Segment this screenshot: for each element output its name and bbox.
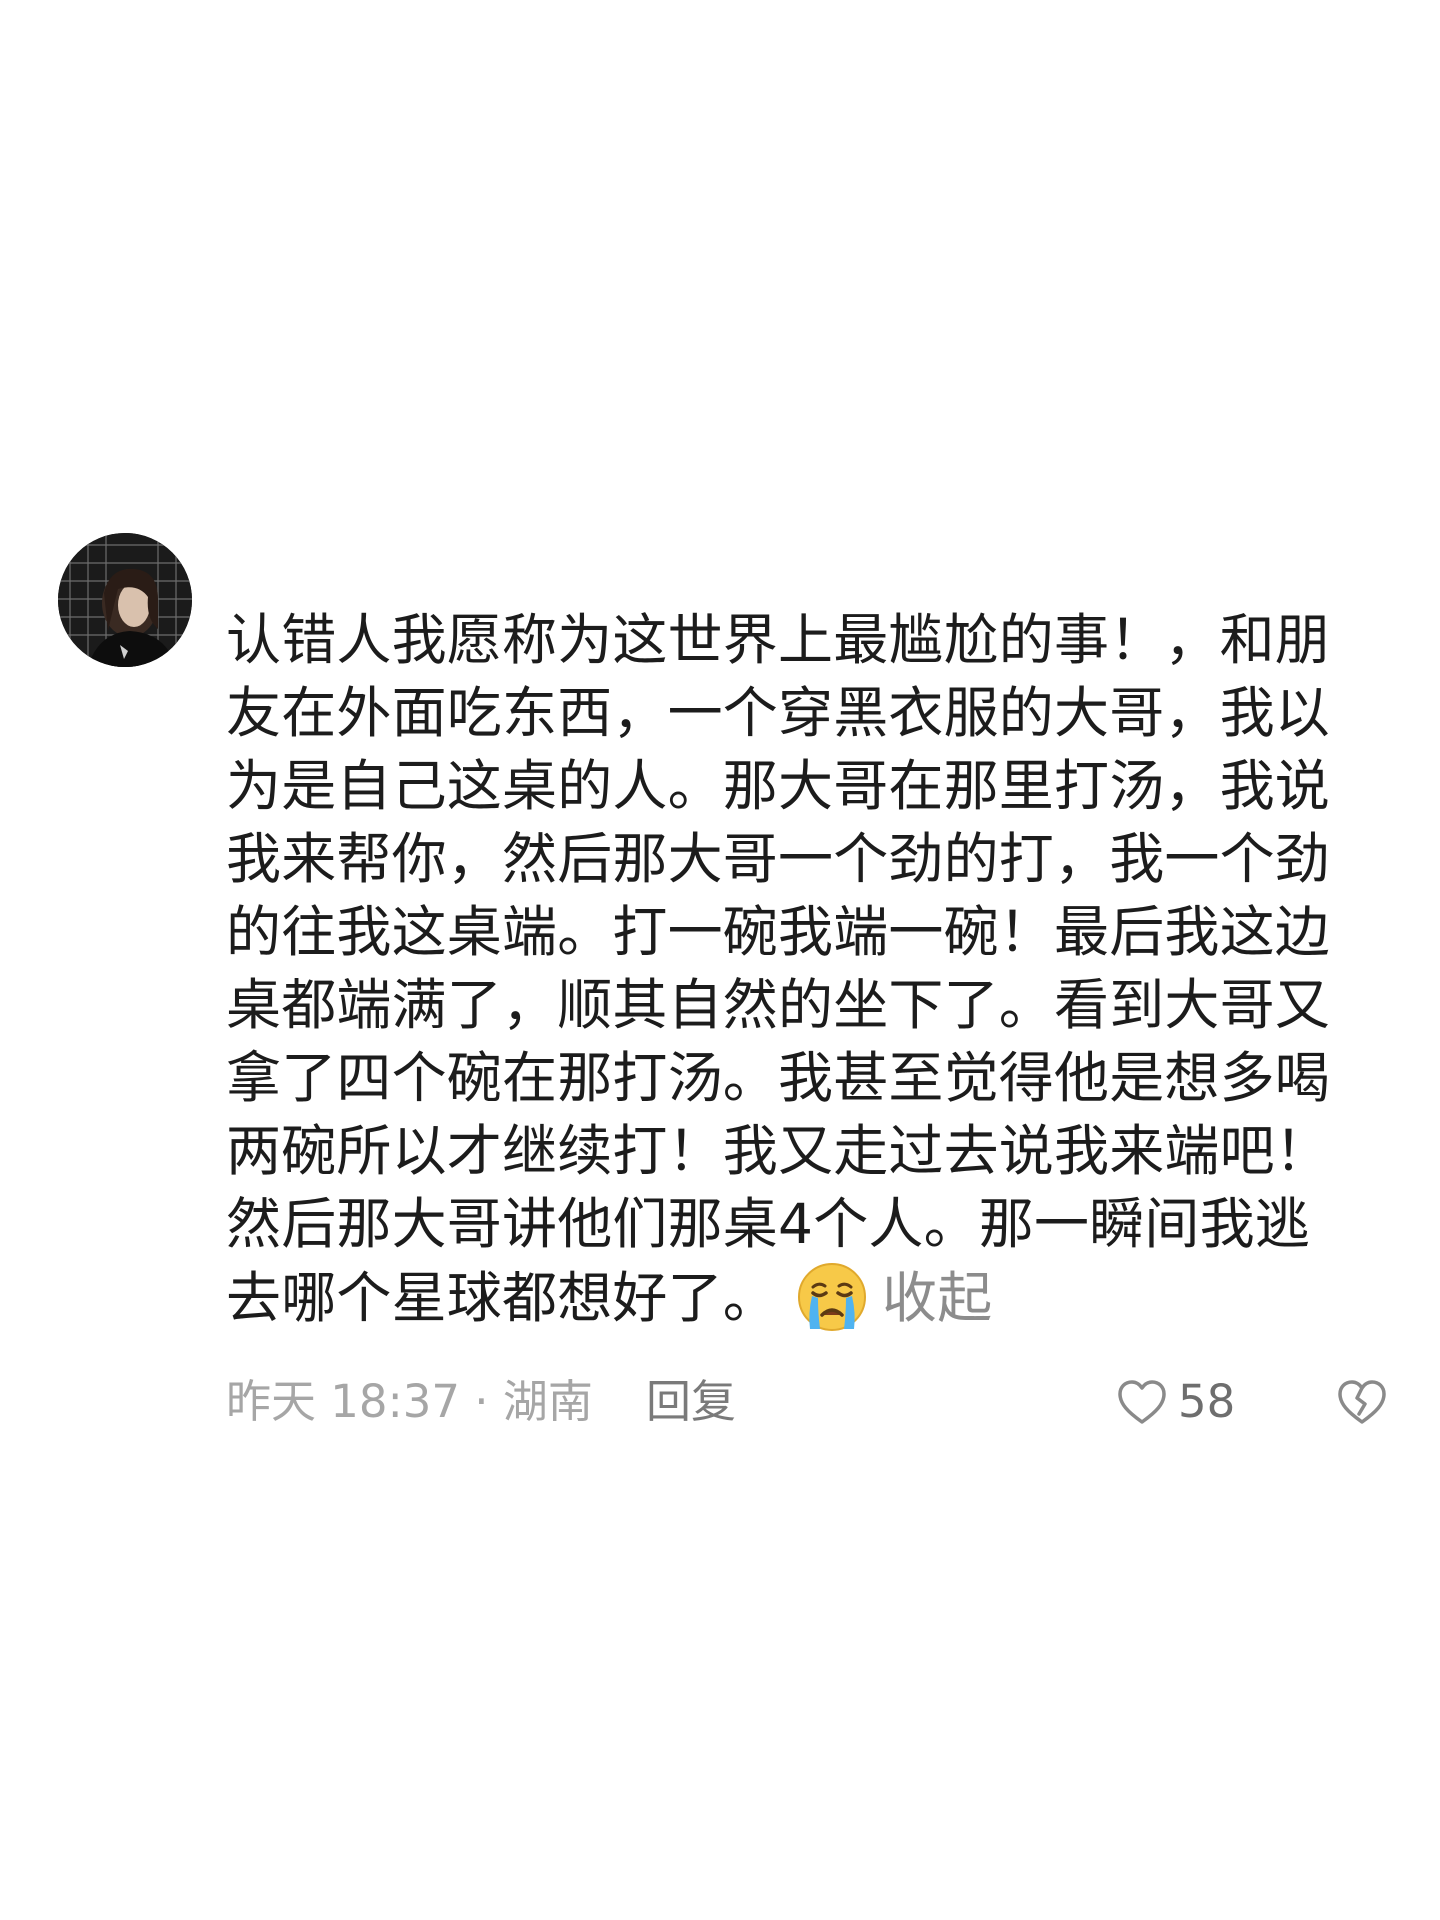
like-button[interactable]: 58 — [1116, 1372, 1235, 1432]
collapse-button[interactable]: 收起 — [882, 1266, 992, 1330]
heart-outline-icon — [1118, 1380, 1166, 1424]
comment-item: 认错人我愿称为这世界上最尴尬的事！，和朋友在外面吃东西，一个穿黑衣服的大哥，我以… — [0, 0, 1440, 1920]
comment-body: 认错人我愿称为这世界上最尴尬的事！，和朋友在外面吃东西，一个穿黑衣服的大哥，我以… — [226, 604, 1356, 1335]
timestamp-location: 昨天 18:37 · 湖南 — [226, 1375, 593, 1428]
like-count: 58 — [1178, 1375, 1236, 1428]
comment-text: 认错人我愿称为这世界上最尴尬的事！，和朋友在外面吃东西，一个穿黑衣服的大哥，我以… — [226, 608, 1331, 1330]
comment-meta-row: 昨天 18:37 · 湖南 回复 58 — [226, 1372, 1396, 1432]
avatar[interactable] — [58, 533, 192, 667]
crying-face-emoji-icon — [798, 1263, 867, 1331]
avatar-image — [58, 533, 192, 667]
reply-button[interactable]: 回复 — [646, 1372, 736, 1432]
broken-heart-icon[interactable] — [1336, 1378, 1388, 1426]
